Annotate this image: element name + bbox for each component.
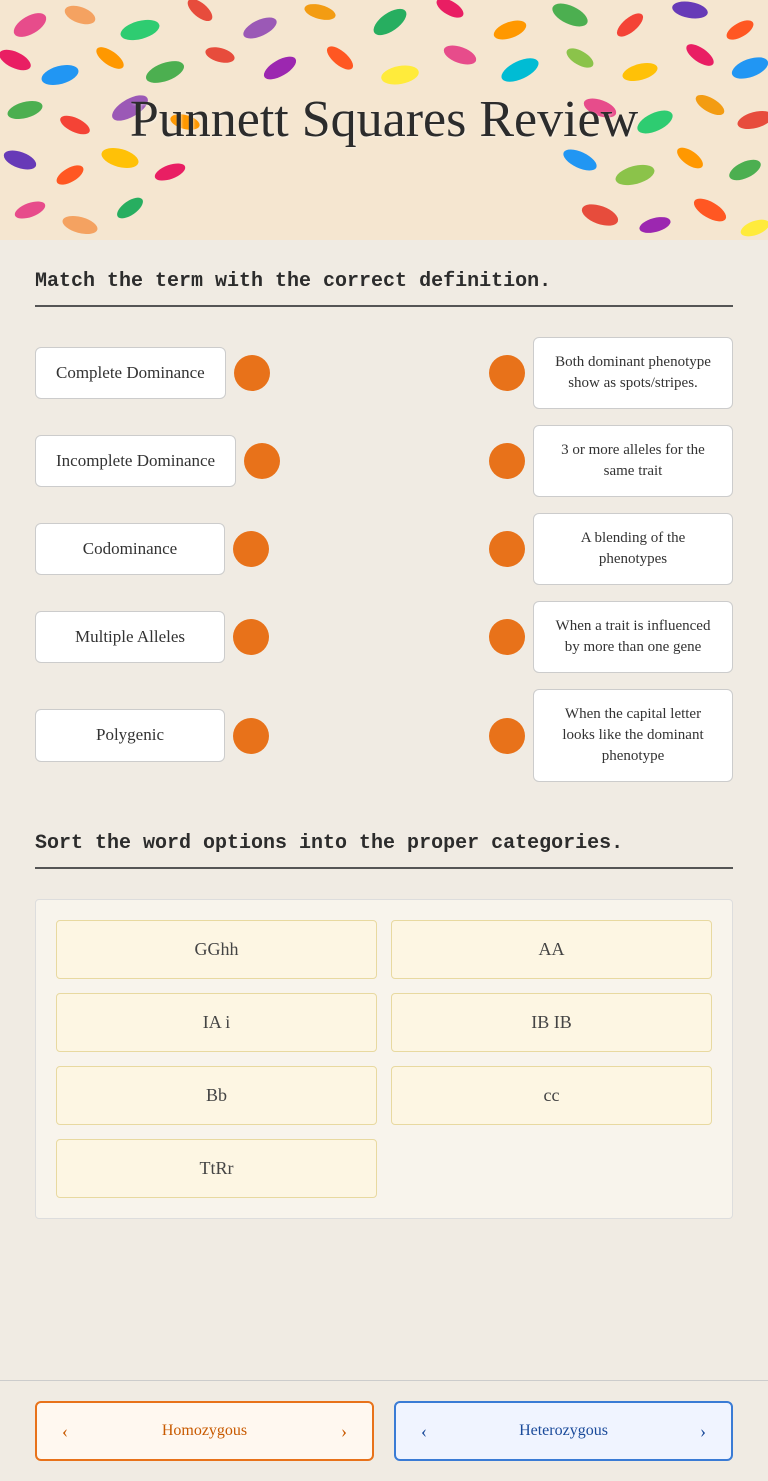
match-row-5: Polygenic When the capital letter looks …	[35, 689, 733, 782]
match-divider	[35, 305, 733, 307]
dot-left-5[interactable]	[233, 718, 269, 754]
sort-item-7[interactable]: TtRr	[56, 1139, 377, 1198]
heterozygous-arrow-left[interactable]: ‹	[410, 1417, 438, 1445]
sort-instruction: Sort the word options into the proper ca…	[35, 832, 733, 855]
term-box-2[interactable]: Incomplete Dominance	[35, 435, 236, 487]
sort-divider	[35, 867, 733, 869]
homozygous-arrow-right[interactable]: ›	[330, 1417, 358, 1445]
match-left-4: Multiple Alleles	[35, 611, 269, 663]
sort-item-5[interactable]: Bb	[56, 1066, 377, 1125]
sort-section: Sort the word options into the proper ca…	[35, 832, 733, 1219]
matching-area: Complete Dominance Both dominant phenoty…	[35, 337, 733, 782]
dot-right-2[interactable]	[489, 443, 525, 479]
match-row-1: Complete Dominance Both dominant phenoty…	[35, 337, 733, 409]
match-row-4: Multiple Alleles When a trait is influen…	[35, 601, 733, 673]
sort-item-6[interactable]: cc	[391, 1066, 712, 1125]
heterozygous-label: Heterozygous	[519, 1422, 608, 1440]
dot-left-1[interactable]	[234, 355, 270, 391]
def-box-4[interactable]: When a trait is influenced by more than …	[533, 601, 733, 673]
match-left-1: Complete Dominance	[35, 347, 270, 399]
match-left-5: Polygenic	[35, 709, 269, 761]
match-left-2: Incomplete Dominance	[35, 435, 280, 487]
page-title: Punnett Squares Review	[130, 89, 638, 151]
dot-right-3[interactable]	[489, 531, 525, 567]
sort-item-1[interactable]: GGhh	[56, 920, 377, 979]
sort-grid: GGhh AA IA i IB IB Bb cc TtRr	[35, 899, 733, 1219]
dot-left-4[interactable]	[233, 619, 269, 655]
page-header: Punnett Squares Review	[0, 0, 768, 240]
def-box-3[interactable]: A blending of the phenotypes	[533, 513, 733, 585]
bottom-section: ‹ Homozygous › ‹ Heterozygous ›	[0, 1380, 768, 1481]
heterozygous-arrow-right[interactable]: ›	[689, 1417, 717, 1445]
homozygous-arrow-left[interactable]: ‹	[51, 1417, 79, 1445]
def-box-2[interactable]: 3 or more alleles for the same trait	[533, 425, 733, 497]
match-right-3: A blending of the phenotypes	[489, 513, 733, 585]
homozygous-label: Homozygous	[162, 1422, 247, 1440]
main-content: Match the term with the correct definiti…	[0, 240, 768, 1380]
heterozygous-card[interactable]: ‹ Heterozygous ›	[394, 1401, 733, 1461]
dot-left-3[interactable]	[233, 531, 269, 567]
term-box-4[interactable]: Multiple Alleles	[35, 611, 225, 663]
match-row-2: Incomplete Dominance 3 or more alleles f…	[35, 425, 733, 497]
sort-item-2[interactable]: AA	[391, 920, 712, 979]
term-box-5[interactable]: Polygenic	[35, 709, 225, 761]
match-right-2: 3 or more alleles for the same trait	[489, 425, 733, 497]
sort-item-3[interactable]: IA i	[56, 993, 377, 1052]
dot-right-1[interactable]	[489, 355, 525, 391]
match-right-5: When the capital letter looks like the d…	[489, 689, 733, 782]
homozygous-card[interactable]: ‹ Homozygous ›	[35, 1401, 374, 1461]
term-box-1[interactable]: Complete Dominance	[35, 347, 226, 399]
def-box-1[interactable]: Both dominant phenotype show as spots/st…	[533, 337, 733, 409]
match-right-4: When a trait is influenced by more than …	[489, 601, 733, 673]
dot-left-2[interactable]	[244, 443, 280, 479]
match-right-1: Both dominant phenotype show as spots/st…	[489, 337, 733, 409]
match-row-3: Codominance A blending of the phenotypes	[35, 513, 733, 585]
match-instruction: Match the term with the correct definiti…	[35, 270, 733, 293]
term-box-3[interactable]: Codominance	[35, 523, 225, 575]
dot-right-4[interactable]	[489, 619, 525, 655]
def-box-5[interactable]: When the capital letter looks like the d…	[533, 689, 733, 782]
dot-right-5[interactable]	[489, 718, 525, 754]
match-left-3: Codominance	[35, 523, 269, 575]
sort-item-4[interactable]: IB IB	[391, 993, 712, 1052]
